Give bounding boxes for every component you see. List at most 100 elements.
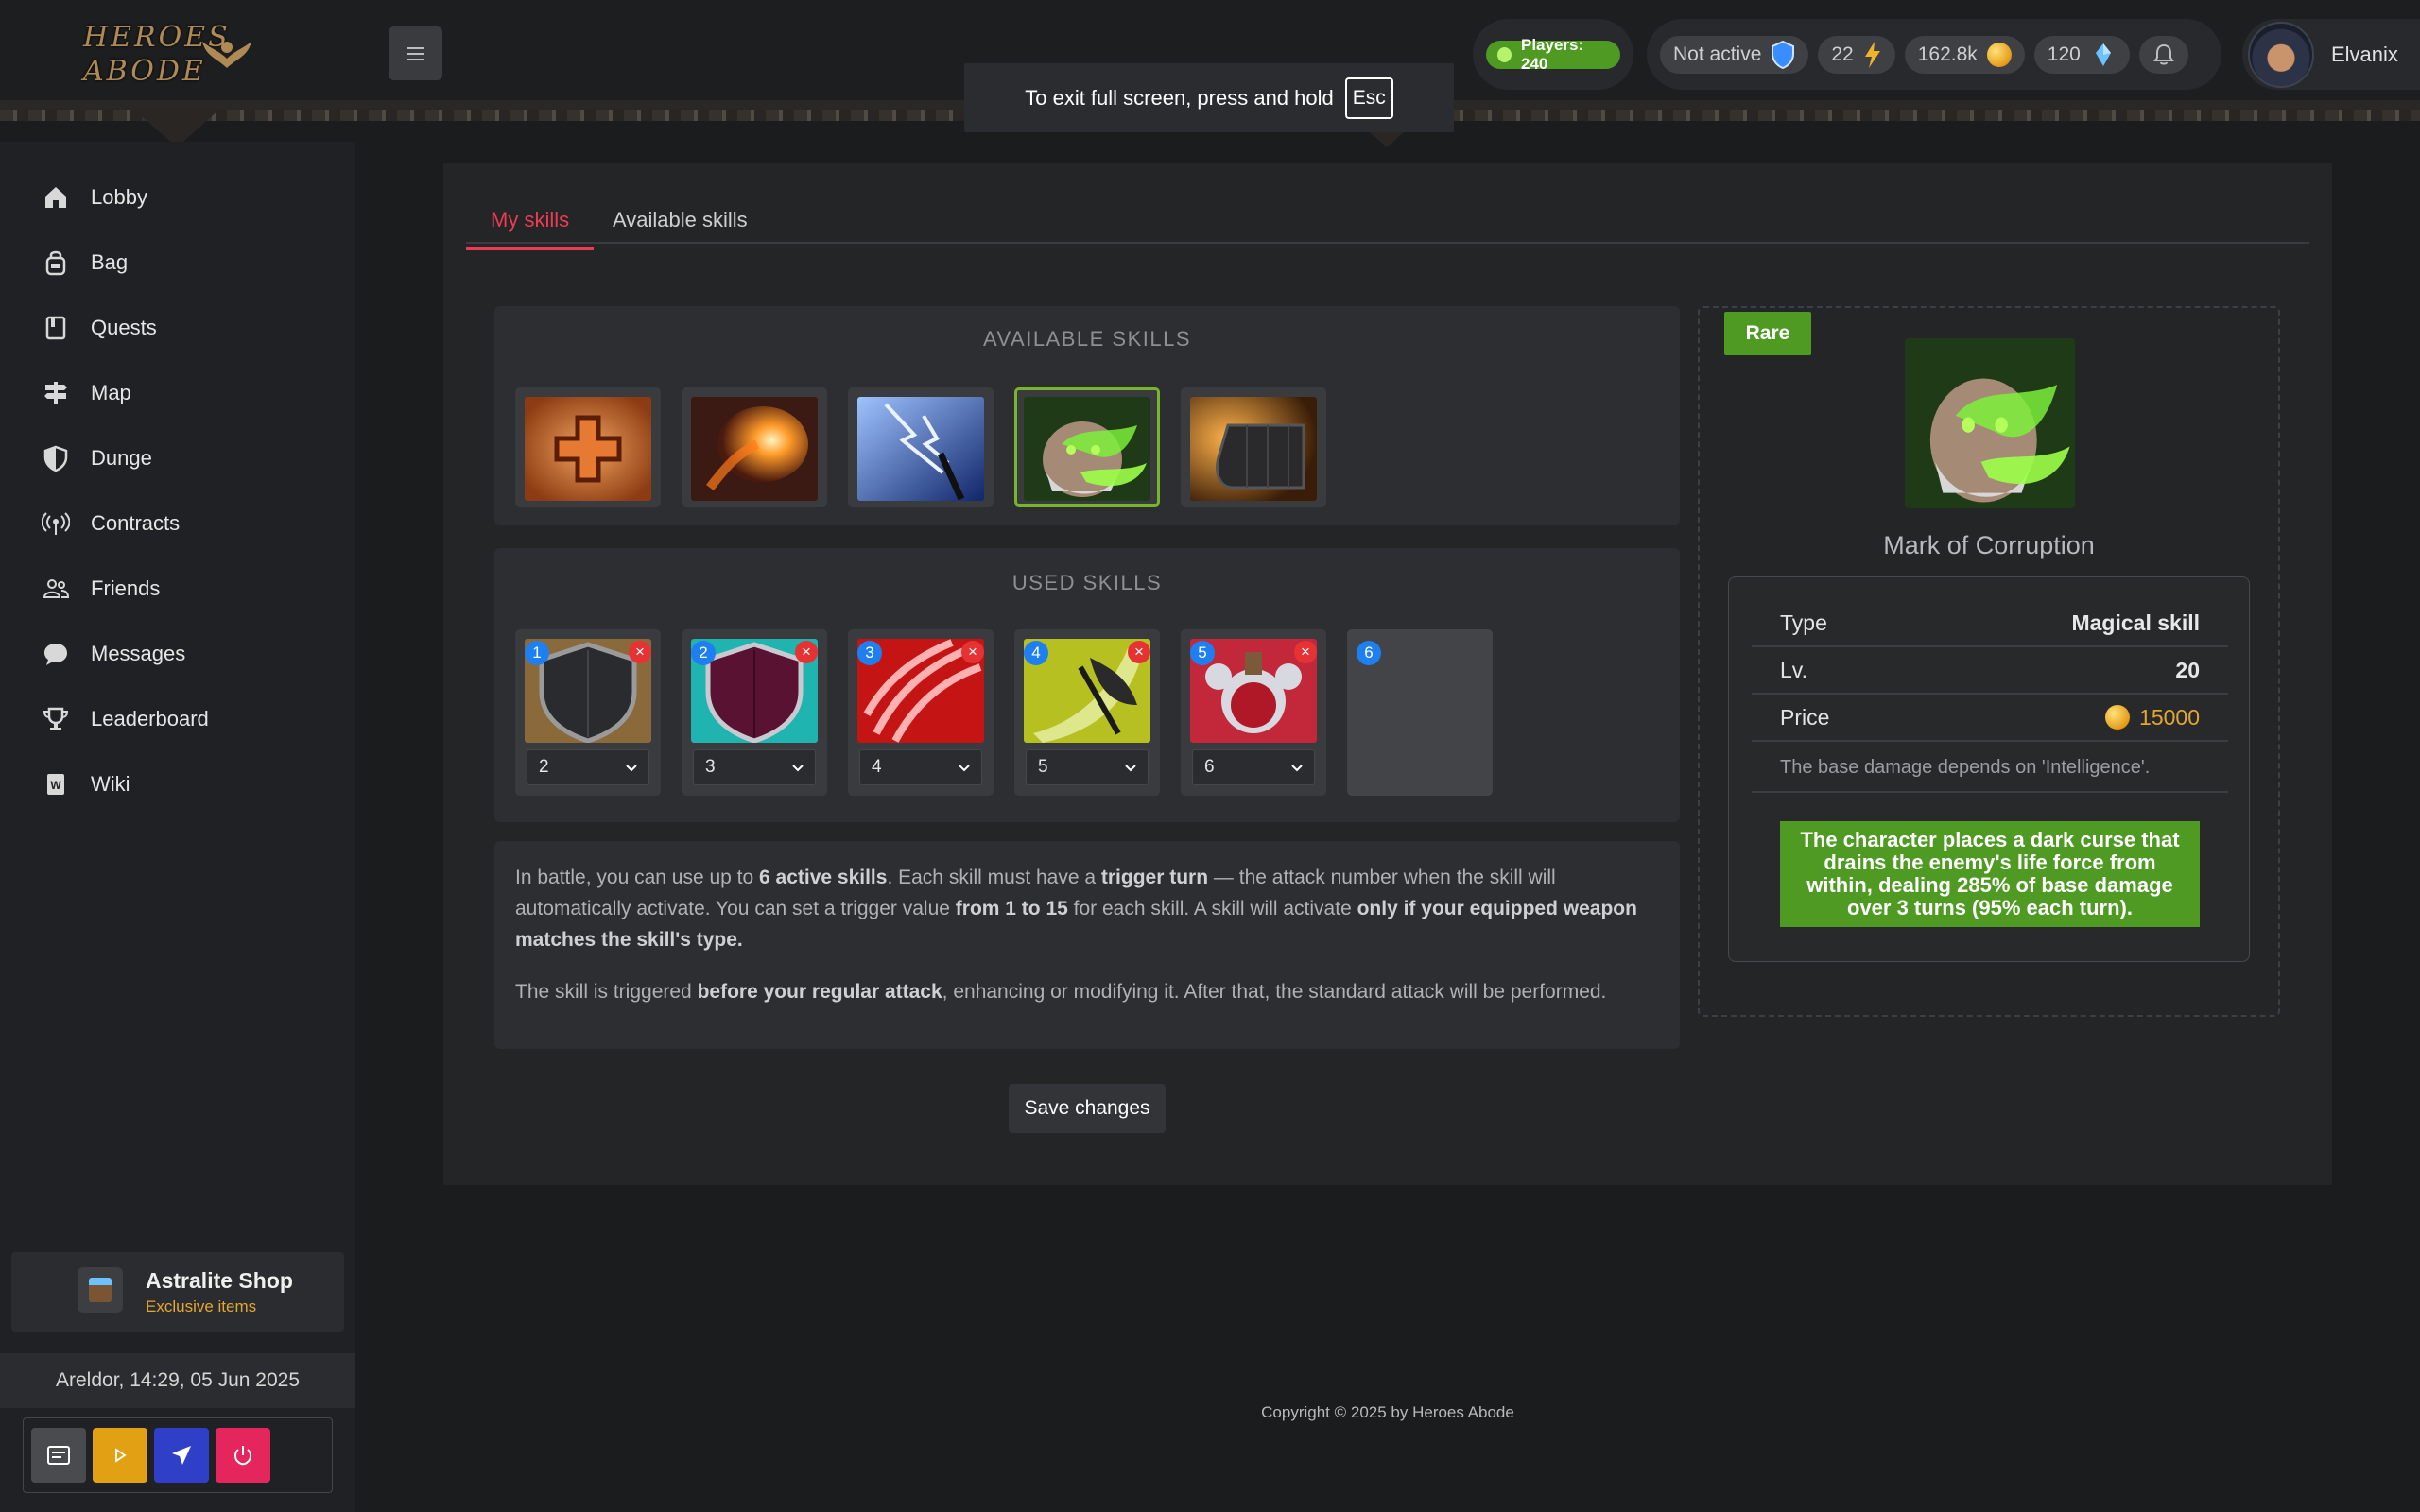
avatar	[2248, 21, 2314, 88]
trigger-turn-select[interactable]: 5	[1026, 749, 1149, 785]
logo[interactable]: HEROES ABODE	[83, 17, 263, 94]
astralite-value: 120	[2047, 43, 2081, 65]
astralite-pill[interactable]: 120	[2033, 35, 2130, 74]
menu-toggle-button[interactable]	[389, 26, 442, 80]
trigger-turn-select[interactable]: 4	[859, 749, 982, 785]
info-text: for each skill. A skill will activate	[1067, 898, 1357, 919]
remove-skill-button[interactable]: ×	[795, 641, 818, 663]
hamburger-icon	[406, 46, 424, 60]
tab-my-skills[interactable]: My skills	[465, 208, 595, 250]
remove-skill-button[interactable]: ×	[1294, 641, 1317, 663]
fullscreen-key: Esc	[1344, 77, 1393, 119]
sidebar-item-friends[interactable]: Friends	[42, 570, 160, 608]
shop-title: Astralite Shop	[146, 1267, 293, 1293]
copyright: Copyright © 2025 by Heroes Abode	[1261, 1403, 1514, 1421]
chat-toggle-button[interactable]	[31, 1428, 86, 1483]
sidebar-item-label: Dunge	[91, 446, 152, 470]
svg-text:W: W	[50, 779, 61, 792]
status-pill[interactable]: Not active	[1660, 35, 1809, 74]
logout-button[interactable]	[216, 1428, 270, 1483]
coin-icon	[2105, 705, 2131, 730]
sidebar-item-dunge[interactable]: Dunge	[42, 439, 152, 477]
chat-icon	[44, 644, 67, 665]
sidebar-item-leaderboard[interactable]: Leaderboard	[42, 700, 209, 738]
tab-bar: My skills Available skills	[465, 191, 2309, 250]
user-menu[interactable]: Elvanix	[2242, 19, 2420, 90]
used-skill-slot[interactable]: 5 × 6	[1181, 629, 1326, 796]
price-value-group: 15000	[2105, 705, 2200, 730]
used-skill-slot[interactable]: 3 × 4	[848, 629, 994, 796]
bell-icon	[2152, 43, 2174, 64]
trigger-turn-value: 5	[1038, 757, 1048, 777]
quick-actions	[23, 1418, 333, 1493]
info-paragraph-1: In battle, you can use up to 6 active sk…	[515, 862, 1659, 955]
astralite-shop-link[interactable]: Astralite Shop Exclusive items	[11, 1252, 344, 1332]
available-skill-slot-selected[interactable]	[1014, 387, 1160, 507]
used-skill-slot[interactable]: 1 × 2	[515, 629, 661, 796]
available-skill-slot[interactable]	[1181, 387, 1326, 507]
info-bold: from 1 to 15	[955, 898, 1068, 919]
wings-icon	[202, 42, 251, 68]
save-changes-button[interactable]: Save changes	[1009, 1084, 1166, 1133]
chat-panel-icon	[47, 1446, 70, 1465]
book-icon	[45, 316, 66, 340]
tab-available-skills[interactable]: Available skills	[613, 208, 748, 232]
sidebar-item-label: Quests	[91, 316, 157, 339]
trigger-turn-select[interactable]: 6	[1192, 749, 1315, 785]
logo-text: HEROES ABODE	[83, 21, 231, 88]
info-text: The skill is triggered	[515, 981, 698, 1003]
sidebar-item-lobby[interactable]: Lobby	[42, 179, 147, 216]
sidebar-item-contracts[interactable]: Contracts	[42, 505, 180, 542]
resources-group: Not active 22 162.8k 120	[1647, 19, 2221, 90]
slot-number-badge: 1	[525, 641, 549, 665]
coin-icon	[1986, 42, 2012, 67]
shield-icon	[43, 445, 68, 472]
broadcast-icon	[42, 512, 70, 535]
stat-label: Price	[1780, 704, 1830, 730]
sidebar-item-quests[interactable]: Quests	[42, 309, 157, 347]
stat-label: Lv.	[1780, 657, 1807, 682]
remove-skill-button[interactable]: ×	[961, 641, 984, 663]
available-skill-slot[interactable]	[682, 387, 827, 507]
status-text: Not active	[1673, 43, 1762, 65]
sidebar-item-label: Leaderboard	[91, 707, 209, 730]
gold-value: 162.8k	[1917, 43, 1978, 65]
trigger-turn-select[interactable]: 2	[527, 749, 649, 785]
sidebar-item-wiki[interactable]: W Wiki	[42, 765, 130, 803]
people-icon	[43, 579, 70, 598]
home-icon	[45, 187, 66, 208]
players-group: Players: 240	[1473, 19, 1634, 90]
available-skills-card: AVAILABLE SKILLS	[494, 306, 1680, 525]
remove-skill-button[interactable]: ×	[1128, 641, 1150, 663]
send-icon	[172, 1446, 191, 1465]
notifications-button[interactable]	[2138, 35, 2188, 74]
empty-skill-slot[interactable]: 6	[1347, 629, 1493, 796]
used-skill-slot[interactable]: 2 × 3	[682, 629, 827, 796]
sidebar-item-bag[interactable]: Bag	[42, 244, 128, 282]
energy-value: 22	[1831, 43, 1854, 65]
sidebar-item-messages[interactable]: Messages	[42, 635, 185, 673]
trigger-turn-value: 4	[872, 757, 882, 777]
sidebar-item-map[interactable]: Map	[42, 374, 131, 412]
gauntlet-skill-icon	[1190, 397, 1317, 501]
trigger-turn-select[interactable]: 3	[693, 749, 816, 785]
skills-info-box: In battle, you can use up to 6 active sk…	[494, 841, 1680, 1049]
info-text: . Each skill must have a	[887, 867, 1101, 888]
remove-skill-button[interactable]: ×	[629, 641, 651, 663]
play-button[interactable]	[93, 1428, 147, 1483]
slot-number-badge: 3	[857, 641, 882, 665]
used-skill-slot[interactable]: 4 × 5	[1014, 629, 1160, 796]
available-skill-slot[interactable]	[848, 387, 994, 507]
corruption-skill-large-icon	[1905, 338, 2075, 508]
energy-pill[interactable]: 22	[1818, 35, 1895, 74]
send-button[interactable]	[154, 1428, 209, 1483]
wiki-icon: W	[47, 774, 64, 795]
gold-pill[interactable]: 162.8k	[1904, 35, 2025, 74]
stat-value: 20	[2175, 657, 2200, 682]
available-skill-slot[interactable]	[515, 387, 661, 507]
trigger-turn-value: 3	[705, 757, 716, 777]
sidebar-item-label: Wiki	[91, 772, 130, 796]
used-skills-card: USED SKILLS 1 × 2 2 × 3 3 × 4 4 × 5 5 × …	[494, 548, 1680, 822]
game-clock: Areldor, 14:29, 05 Jun 2025	[0, 1353, 355, 1408]
slot-number-badge: 5	[1190, 641, 1215, 665]
